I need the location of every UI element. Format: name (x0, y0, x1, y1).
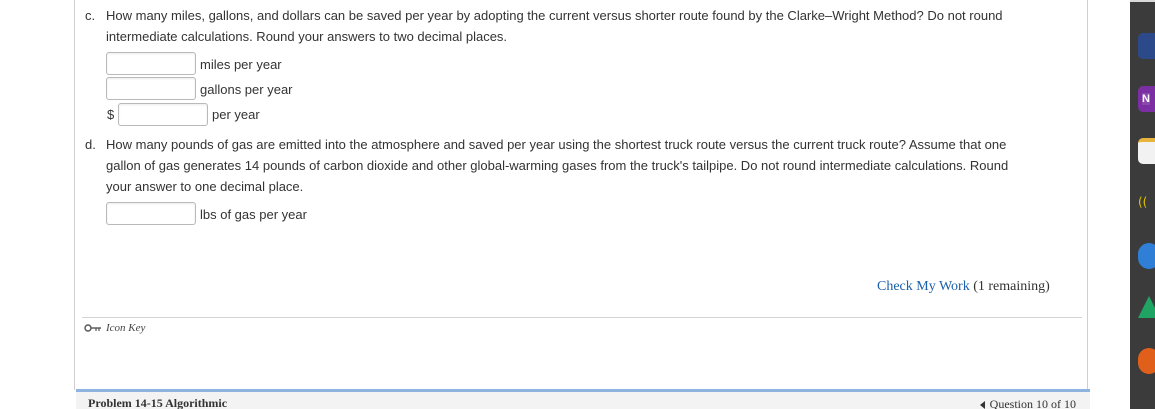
question-c-text-line2: intermediate calculations. Round your an… (106, 29, 508, 44)
previous-question-icon[interactable] (979, 400, 985, 409)
gauge-app-icon[interactable] (1138, 348, 1155, 374)
problem-footer: Problem 14-15 Algorithmic Question 10 of… (76, 389, 1090, 409)
problem-title: Problem 14-15 Algorithmic (88, 396, 228, 409)
notes-app-icon[interactable] (1138, 138, 1155, 164)
question-position: Question 10 of 10 (989, 397, 1076, 409)
dock-top-edge (1130, 0, 1155, 2)
drive-app-icon[interactable] (1138, 296, 1155, 318)
macos-dock: N (( (1130, 0, 1155, 409)
gallons-per-year-label: gallons per year (200, 82, 293, 97)
question-d: d. How many pounds of gas are emitted in… (85, 134, 1085, 198)
question-nav[interactable]: Question 10 of 10 (979, 397, 1076, 409)
onenote-app-icon[interactable]: N (1138, 86, 1155, 112)
divider (82, 317, 1082, 318)
key-icon (84, 324, 101, 332)
dollars-per-year-input[interactable] (118, 103, 208, 126)
lbs-gas-per-year-input[interactable] (106, 202, 196, 225)
check-my-work-link[interactable]: Check My Work (877, 279, 970, 294)
check-my-work: Check My Work (1 remaining) (877, 279, 1050, 295)
book-app-icon[interactable] (1138, 33, 1155, 59)
question-d-text-line2: gallon of gas generates 14 pounds of car… (106, 158, 1009, 173)
icon-key[interactable]: Icon Key (84, 322, 145, 334)
icon-key-label: Icon Key (106, 322, 146, 334)
lbs-gas-per-year-label: lbs of gas per year (200, 207, 307, 222)
question-c: c. How many miles, gallons, and dollars … (85, 5, 1085, 49)
question-d-text-line3: your answer to one decimal place. (106, 179, 304, 194)
gallons-per-year-input[interactable] (106, 77, 196, 100)
question-d-letter: d. (85, 137, 96, 152)
onenote-letter: N (1142, 93, 1150, 105)
question-c-text-line1: How many miles, gallons, and dollars can… (106, 8, 1003, 23)
question-c-letter: c. (85, 8, 96, 23)
miles-per-year-label: miles per year (200, 57, 282, 72)
cloud-app-icon[interactable] (1138, 243, 1155, 269)
wifi-app-icon[interactable]: (( (1138, 195, 1155, 221)
miles-per-year-input[interactable] (106, 52, 196, 75)
check-remaining-count: (1 remaining) (973, 279, 1050, 294)
dollars-per-year-label: per year (212, 107, 260, 122)
dollar-sign: $ (107, 107, 115, 122)
question-d-text-line1: How many pounds of gas are emitted into … (106, 137, 1007, 152)
